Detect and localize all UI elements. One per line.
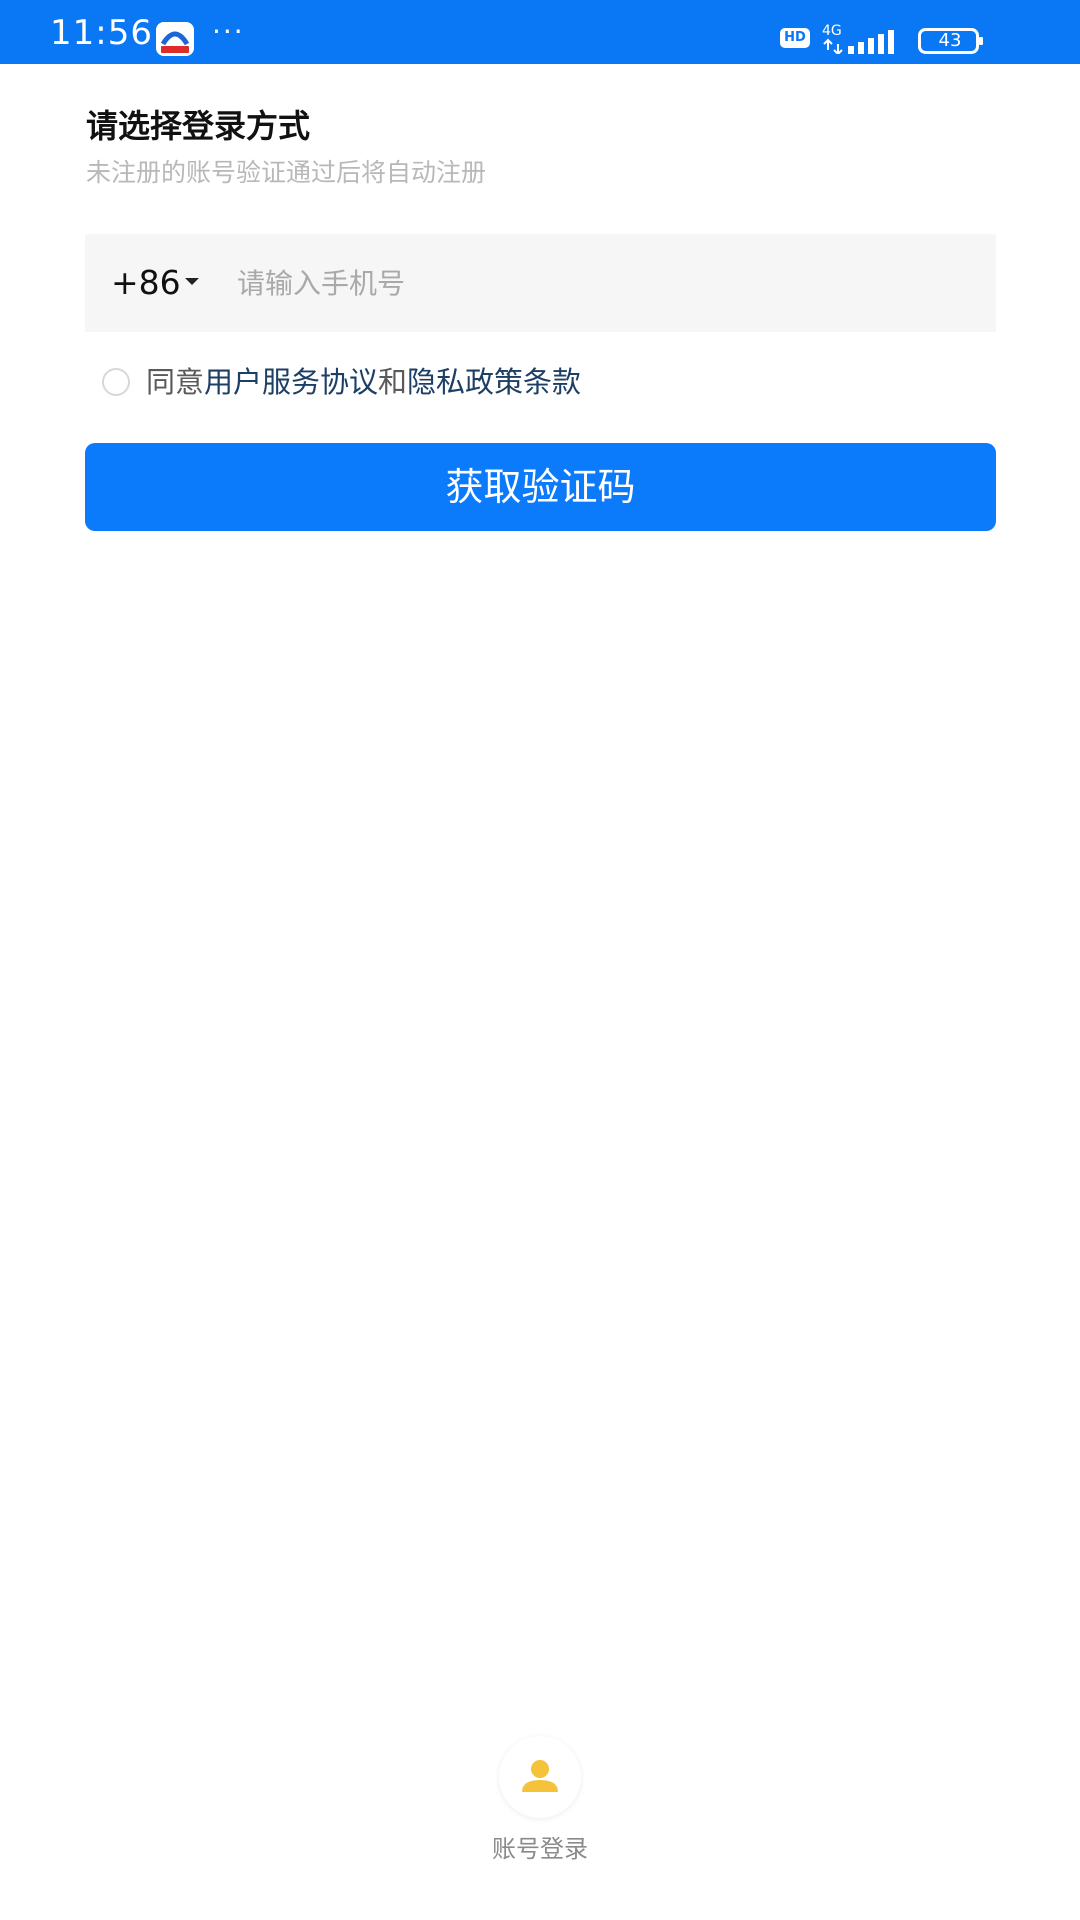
caret-down-icon[interactable] — [185, 278, 199, 285]
get-verification-code-button[interactable]: 获取验证码 — [85, 443, 996, 531]
notification-app-icon — [156, 22, 194, 56]
agreement-checkbox[interactable] — [102, 368, 130, 396]
more-notifications-icon: ··· — [212, 15, 245, 48]
hd-icon: HD — [780, 28, 810, 48]
agree-prefix: 同意 — [146, 365, 205, 399]
privacy-policy-link[interactable]: 隐私政策条款 — [407, 362, 581, 402]
agreement-row: 同意 用户服务协议 和 隐私政策条款 — [102, 362, 581, 402]
signal-strength-icon — [823, 30, 894, 54]
phone-field: +86 — [85, 234, 996, 332]
status-indicators: HD 4G 43 — [780, 0, 1080, 64]
status-bar: 11:56 ··· HD 4G 43 — [0, 0, 1080, 64]
account-login-label: 账号登录 — [492, 1835, 588, 1863]
user-agreement-link[interactable]: 用户服务协议 — [204, 362, 378, 402]
page-subtitle: 未注册的账号验证通过后将自动注册 — [86, 158, 487, 187]
person-icon — [522, 1760, 558, 1792]
agree-and: 和 — [378, 365, 408, 399]
battery-level: 43 — [938, 30, 962, 51]
account-login-icon-button[interactable] — [499, 1736, 581, 1818]
phone-input[interactable] — [237, 258, 957, 308]
country-code-selector[interactable]: +86 — [111, 264, 181, 302]
page-title: 请选择登录方式 — [86, 107, 311, 145]
status-time: 11:56 — [50, 13, 153, 53]
account-login-option[interactable]: 账号登录 — [480, 1736, 600, 1863]
